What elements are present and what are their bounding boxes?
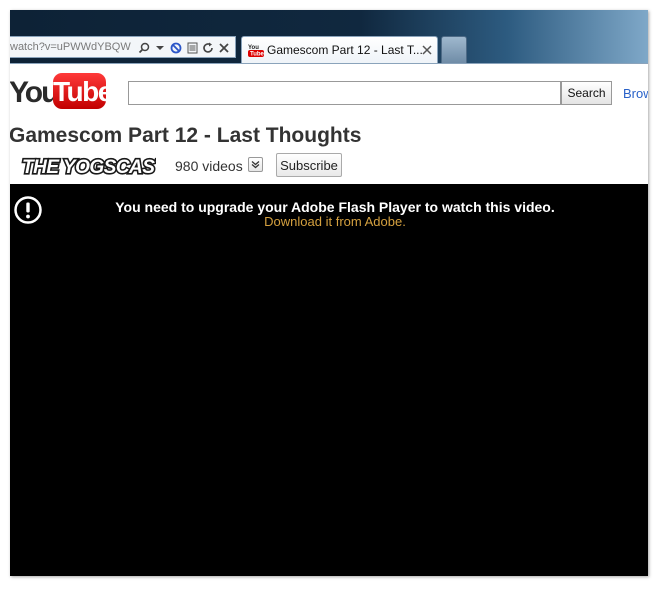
- blocked-icon[interactable]: [170, 41, 182, 55]
- address-text[interactable]: watch?v=uPWWdYBQW: [10, 41, 131, 53]
- logo-you-text: You: [10, 76, 59, 109]
- close-icon[interactable]: [218, 41, 230, 55]
- search-icon[interactable]: [138, 41, 150, 55]
- videos-count[interactable]: 980 videos: [175, 158, 243, 174]
- logo-tube-badge: Tube: [53, 73, 113, 109]
- tab-gamescom[interactable]: You Tube Gamescom Part 12 - Last T...: [241, 36, 438, 64]
- dropdown-arrow-icon[interactable]: [154, 41, 166, 55]
- compatibility-icon[interactable]: [186, 41, 198, 55]
- new-tab-button[interactable]: [441, 36, 467, 64]
- chevron-down-icon: [251, 161, 260, 169]
- refresh-icon[interactable]: [202, 41, 214, 55]
- browser-toolbar: watch?v=uPWWdYBQW You Tube Gamescom Part…: [10, 10, 648, 64]
- download-adobe-link[interactable]: Download it from Adobe.: [10, 214, 648, 229]
- channel-logo[interactable]: THE YOGSCAST: [18, 153, 169, 179]
- address-bar[interactable]: watch?v=uPWWdYBQW: [10, 36, 236, 58]
- page-title: Gamescom Part 12 - Last Thoughts: [10, 124, 362, 147]
- youtube-logo[interactable]: You Tube: [10, 73, 113, 113]
- search-button[interactable]: Search: [561, 81, 612, 105]
- screenshot-frame: watch?v=uPWWdYBQW You Tube Gamescom Part…: [10, 10, 648, 576]
- videos-dropdown-button[interactable]: [248, 157, 263, 172]
- youtube-favicon-icon: You Tube: [248, 43, 265, 58]
- video-player[interactable]: You need to upgrade your Adobe Flash Pla…: [10, 184, 648, 576]
- flash-upgrade-message: You need to upgrade your Adobe Flash Pla…: [115, 199, 555, 215]
- logo-tube-text: Tube: [53, 76, 113, 107]
- address-bar-icons: [138, 40, 230, 56]
- tab-close-icon[interactable]: [422, 42, 432, 60]
- search-input[interactable]: [128, 81, 561, 105]
- channel-logo-text: THE YOGSCAST: [22, 157, 156, 178]
- browse-link[interactable]: Brow: [623, 86, 648, 101]
- svg-text:Tube: Tube: [250, 52, 264, 58]
- toolbar-divider: [10, 63, 648, 64]
- tab-title: Gamescom Part 12 - Last T...: [267, 43, 423, 57]
- subscribe-button[interactable]: Subscribe: [276, 153, 342, 177]
